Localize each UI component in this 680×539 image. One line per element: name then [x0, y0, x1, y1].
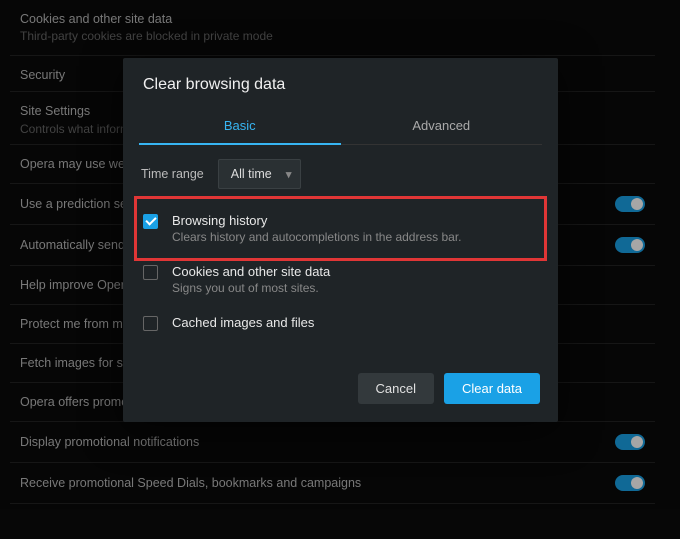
option-cookies[interactable]: Cookies and other site data Signs you ou… — [141, 254, 540, 305]
clear-browsing-data-dialog: Clear browsing data Basic Advanced Time … — [123, 58, 558, 422]
checkbox[interactable] — [143, 316, 158, 331]
option-title: Cookies and other site data — [172, 264, 538, 279]
checkbox[interactable] — [143, 265, 158, 280]
time-range-row: Time range All time ▾ — [123, 145, 558, 203]
tab-basic[interactable]: Basic — [139, 108, 341, 145]
dialog-title: Clear browsing data — [123, 58, 558, 108]
option-title: Browsing history — [172, 213, 530, 228]
option-browsing-history[interactable]: Browsing history Clears history and auto… — [141, 203, 540, 254]
option-title: Cached images and files — [172, 315, 538, 330]
chevron-down-icon: ▾ — [285, 167, 291, 182]
option-desc: Signs you out of most sites. — [172, 281, 538, 295]
option-cached[interactable]: Cached images and files — [141, 305, 540, 341]
checkbox[interactable] — [143, 214, 158, 229]
clear-data-button[interactable]: Clear data — [444, 373, 540, 404]
time-range-select[interactable]: All time ▾ — [218, 159, 301, 189]
cancel-button[interactable]: Cancel — [358, 373, 434, 404]
dialog-actions: Cancel Clear data — [123, 359, 558, 422]
dialog-tabs: Basic Advanced — [139, 108, 542, 145]
time-range-label: Time range — [141, 167, 204, 181]
time-range-value: All time — [231, 167, 272, 181]
options-list: Browsing history Clears history and auto… — [123, 203, 558, 359]
tab-advanced[interactable]: Advanced — [341, 108, 543, 144]
option-desc: Clears history and autocompletions in th… — [172, 230, 530, 244]
